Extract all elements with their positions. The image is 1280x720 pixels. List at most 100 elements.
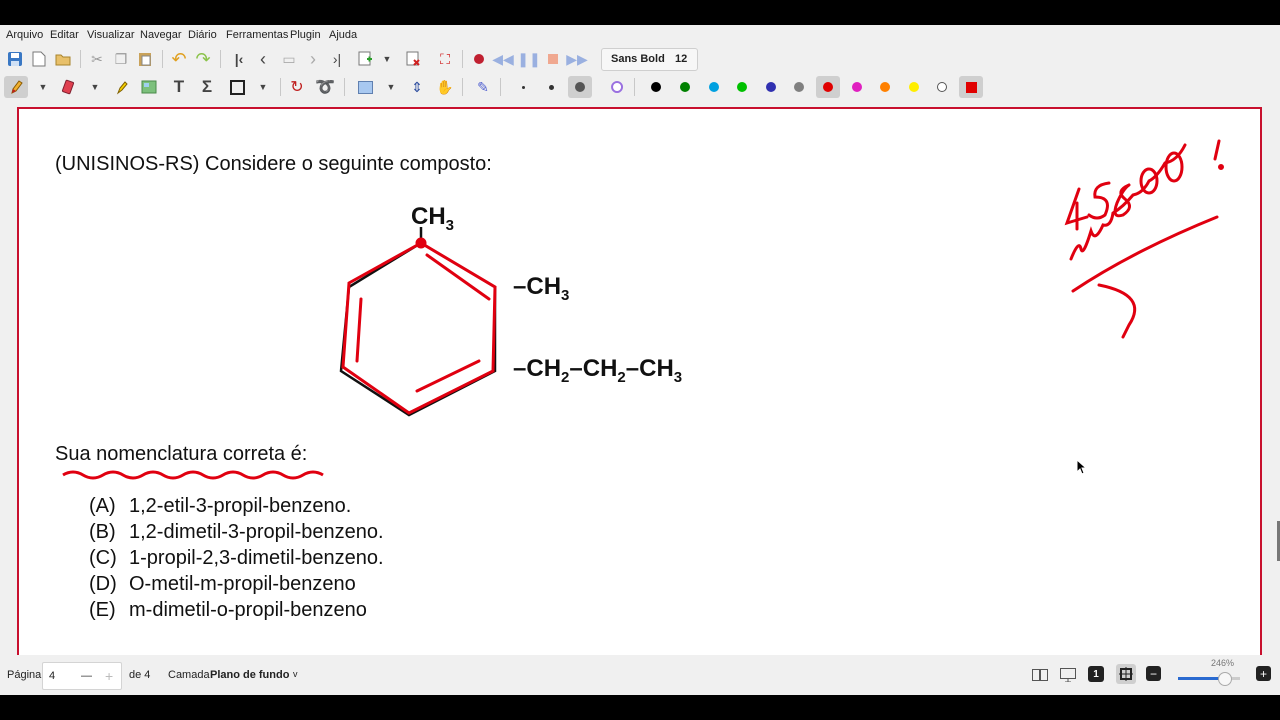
color-swatch-green (680, 82, 690, 92)
page-decrement-button[interactable]: — (81, 670, 92, 682)
page-spinner[interactable]: 4 — + (42, 662, 122, 690)
save-icon[interactable] (4, 48, 26, 70)
fill-icon[interactable] (606, 76, 628, 98)
add-page-dropdown-icon[interactable]: ▼ (376, 48, 398, 70)
prompt-text: Sua nomenclatura correta é: (55, 443, 308, 465)
medium-thickness-icon[interactable] (540, 76, 562, 98)
first-page-icon[interactable]: |‹ (228, 48, 250, 70)
underline-squiggle (62, 470, 324, 480)
shape-dropdown-icon[interactable]: ▼ (252, 76, 274, 98)
color-light-green-button[interactable] (730, 76, 754, 98)
zoom-slider[interactable] (1178, 672, 1240, 686)
goto-page-icon[interactable]: ▭ (278, 48, 300, 70)
image-tool-icon[interactable] (138, 76, 160, 98)
font-selector[interactable]: Sans Bold 12 (601, 48, 698, 71)
pen-dropdown-icon[interactable]: ▼ (32, 76, 54, 98)
paste-icon[interactable] (134, 48, 156, 70)
shape-tool-icon[interactable] (226, 76, 248, 98)
pen-tool-icon[interactable] (4, 76, 28, 98)
copy-icon[interactable]: ❐ (110, 48, 132, 70)
pause-icon[interactable]: ❚❚ (517, 48, 540, 70)
rotate-selection-icon[interactable]: ↻ (286, 76, 308, 98)
current-color-swatch (965, 81, 977, 93)
open-folder-icon[interactable] (52, 48, 74, 70)
latex-tool-icon[interactable]: Σ (196, 76, 218, 98)
default-tools-icon[interactable]: ✎ (472, 76, 494, 98)
menu-navegar[interactable]: Navegar (140, 29, 182, 41)
color-magenta-button[interactable] (845, 76, 869, 98)
menu-bar: Arquivo Editar Visualizar Navegar Diário… (0, 25, 1280, 45)
option-e-text: m-dimetil-o-propil-benzeno (129, 599, 367, 621)
document-page[interactable]: (UNISINOS-RS) Considere o seguinte compo… (17, 107, 1262, 655)
menu-ajuda[interactable]: Ajuda (329, 29, 357, 41)
cut-icon[interactable]: ✂ (86, 48, 108, 70)
vertical-space-icon[interactable]: ⇕ (406, 76, 428, 98)
next-page-icon[interactable]: › (302, 48, 324, 70)
menu-editar[interactable]: Editar (50, 29, 79, 41)
canvas-area[interactable]: (UNISINOS-RS) Considere o seguinte compo… (0, 103, 1280, 655)
stop-icon[interactable] (542, 48, 564, 70)
page-count: de 4 (129, 669, 151, 681)
eraser-icon[interactable] (58, 76, 80, 98)
zoom-100-icon[interactable]: 1 (1088, 666, 1104, 682)
color-swatch-light-green (737, 82, 747, 92)
select-dropdown-icon[interactable]: ▼ (380, 76, 402, 98)
color-light-blue-button[interactable] (702, 76, 726, 98)
color-black-button[interactable] (644, 76, 668, 98)
redo-icon[interactable]: ↷ (192, 48, 214, 70)
menu-ferramentas[interactable]: Ferramentas (226, 29, 288, 41)
option-b-text: 1,2-dimetil-3-propil-benzeno. (129, 521, 384, 543)
layer-select[interactable]: Plano de fundo (210, 669, 289, 681)
zoom-in-button[interactable]: + (1256, 666, 1271, 681)
rect-select-icon[interactable] (354, 76, 376, 98)
zoom-slider-handle[interactable] (1218, 672, 1232, 686)
delete-page-icon[interactable] (402, 48, 424, 70)
page-number-input[interactable]: 4 (49, 670, 55, 682)
menu-visualizar[interactable]: Visualizar (87, 29, 135, 41)
benzene-ring (339, 227, 497, 417)
previous-page-icon[interactable]: ‹ (252, 48, 274, 70)
menu-diario[interactable]: Diário (188, 29, 217, 41)
rewind-icon[interactable]: ◀◀ (492, 48, 514, 70)
add-page-icon[interactable] (354, 48, 376, 70)
option-d-letter: (D) (89, 573, 117, 595)
lasso-select-icon[interactable]: ➰ (314, 76, 336, 98)
menu-arquivo[interactable]: Arquivo (6, 29, 43, 41)
highlighter-icon[interactable] (110, 76, 132, 98)
fast-forward-icon[interactable]: ▶▶ (566, 48, 588, 70)
color-white-button[interactable] (930, 76, 954, 98)
color-blue-button[interactable] (759, 76, 783, 98)
presentation-mode-icon[interactable] (1059, 666, 1077, 684)
eraser-dropdown-icon[interactable]: ▼ (84, 76, 106, 98)
layer-dropdown-icon[interactable]: v (293, 669, 298, 679)
current-color-button[interactable] (959, 76, 983, 98)
new-document-icon[interactable] (28, 48, 50, 70)
menu-plugin[interactable]: Plugin (290, 29, 321, 41)
option-b-letter: (B) (89, 521, 116, 543)
record-icon[interactable] (468, 48, 490, 70)
zoom-out-button[interactable]: − (1146, 666, 1161, 681)
font-size: 12 (675, 53, 688, 65)
color-gray-button[interactable] (787, 76, 811, 98)
color-red-button[interactable] (816, 76, 840, 98)
main-toolbar: ✂ ❐ ↶ ↷ |‹ ‹ ▭ › ›| ▼ ⛶ ◀◀ ❚❚ ▶▶ Sans Bo… (0, 45, 1280, 73)
color-green-button[interactable] (673, 76, 697, 98)
thick-thickness-icon[interactable] (568, 76, 592, 98)
undo-icon[interactable]: ↶ (168, 48, 190, 70)
font-name: Sans Bold (611, 53, 665, 65)
dual-page-view-icon[interactable] (1031, 666, 1049, 684)
color-orange-button[interactable] (873, 76, 897, 98)
fine-thickness-icon[interactable] (512, 76, 534, 98)
hand-tool-icon[interactable]: ✋ (434, 76, 456, 98)
page-increment-button[interactable]: + (105, 668, 113, 684)
zoom-fit-icon[interactable] (1116, 664, 1136, 684)
option-a: (A) 1,2-etil-3-propil-benzeno. (89, 495, 351, 518)
last-page-icon[interactable]: ›| (326, 48, 348, 70)
option-a-text: 1,2-etil-3-propil-benzeno. (129, 495, 352, 517)
option-c-text: 1-propil-2,3-dimetil-benzeno. (129, 547, 384, 569)
text-tool-icon[interactable]: T (168, 76, 190, 98)
app-window: Arquivo Editar Visualizar Navegar Diário… (0, 25, 1280, 695)
fullscreen-icon[interactable]: ⛶ (434, 48, 456, 70)
option-e: (E) m-dimetil-o-propil-benzeno (89, 599, 367, 622)
color-yellow-button[interactable] (902, 76, 926, 98)
